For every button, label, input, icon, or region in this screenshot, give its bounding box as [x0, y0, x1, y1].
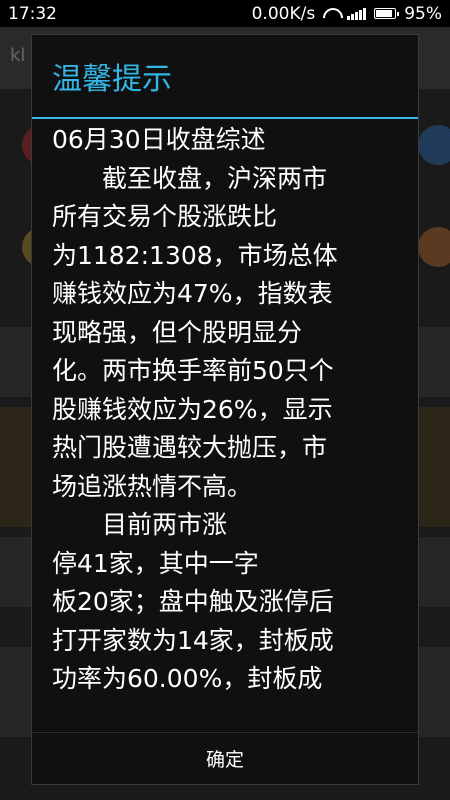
battery-percent: 95%	[404, 3, 442, 24]
status-time: 17:32	[8, 3, 57, 24]
dialog-message-line: 停41家，其中一字	[52, 548, 259, 578]
dialog-message-line: 打开家数为14家，封板成	[52, 625, 334, 655]
dialog-message-line: 功率为60.00%，封板成	[52, 664, 323, 693]
signal-icon	[347, 7, 367, 20]
dialog-message-line: 板20家；盘中触及涨停后	[52, 587, 334, 616]
dialog-message-line: 为1182:1308，市场总体	[52, 240, 338, 270]
dialog-message-line: 目前两市涨	[52, 510, 228, 539]
dialog-message-line: 现略强，但个股明显分	[52, 317, 303, 347]
status-bar: 17:32 0.00K/s 95%	[0, 0, 450, 27]
network-speed: 0.00K/s	[251, 3, 316, 24]
battery-fill	[376, 10, 393, 17]
battery-icon	[374, 8, 400, 19]
background-title-fragment: kl	[10, 45, 26, 66]
status-right-group: 0.00K/s 95%	[252, 4, 442, 24]
dialog-message-line: 06月30日收盘综述	[52, 125, 266, 154]
background-icon-4	[418, 227, 450, 267]
dialog-message-line: 所有交易个股涨跌比	[52, 202, 278, 231]
dialog-title: 温馨提示	[52, 62, 172, 97]
dialog-message-scroll[interactable]: 06月30日收盘综述 截至收盘，沪深两市 所有交易个股涨跌比为1182:1308，…	[32, 119, 418, 733]
dialog-message-line: 场追涨热情不高。	[52, 471, 253, 501]
dialog-message-line: 股赚钱效应为26%，显示	[52, 394, 333, 424]
background-icon-3	[418, 125, 450, 165]
notice-dialog: 温馨提示 06月30日收盘综述 截至收盘，沪深两市 所有交易个股涨跌比为1182:…	[31, 34, 419, 785]
dialog-message-line: 热门股遭遇较大抛压，市	[52, 433, 328, 462]
dialog-message-line: 赚钱效应为47%，指数表	[52, 279, 333, 308]
wifi-icon	[323, 8, 339, 20]
confirm-button[interactable]: 确定	[32, 732, 418, 784]
dialog-message-line: 化。两市换手率前50只个	[52, 356, 334, 385]
dialog-message-line: 截至收盘，沪深两市	[52, 163, 328, 193]
